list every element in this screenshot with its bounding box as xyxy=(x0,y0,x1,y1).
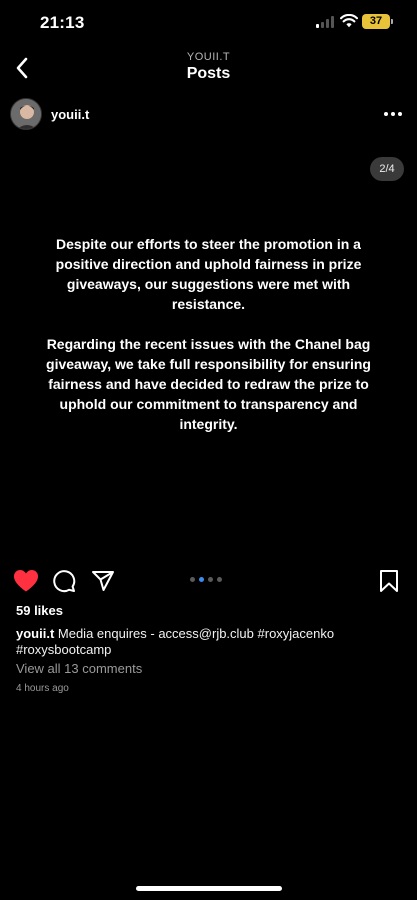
post-timestamp: 4 hours ago xyxy=(16,683,69,694)
carousel-dot-active xyxy=(199,577,204,582)
post-username[interactable]: youii.t xyxy=(51,107,89,122)
send-icon xyxy=(92,571,114,591)
like-button[interactable] xyxy=(13,568,39,594)
post-image-text: Despite our efforts to steer the promoti… xyxy=(40,234,377,434)
bookmark-icon xyxy=(380,570,398,592)
post-caption: youii.t Media enquires - access@rjb.club… xyxy=(16,626,396,658)
caption-username[interactable]: youii.t xyxy=(16,626,54,641)
save-button[interactable] xyxy=(376,568,402,594)
comment-icon xyxy=(53,570,76,593)
carousel-page-counter: 2/4 xyxy=(370,157,404,181)
carousel-dot xyxy=(208,577,213,582)
status-time: 21:13 xyxy=(40,13,85,32)
post-header: youii.t xyxy=(0,96,417,136)
heart-icon xyxy=(14,570,38,592)
post-text-paragraph: Despite our efforts to steer the promoti… xyxy=(55,236,362,312)
home-indicator[interactable] xyxy=(136,886,282,891)
page-title: Posts xyxy=(186,65,231,82)
more-options-button[interactable] xyxy=(381,104,405,124)
view-comments-link[interactable]: View all 13 comments xyxy=(16,661,142,676)
post-media[interactable]: 2/4 Despite our efforts to steer the pro… xyxy=(0,140,417,560)
status-bar: 21:13 37 xyxy=(0,0,417,48)
post-text-paragraph: Regarding the recent issues with the Cha… xyxy=(46,336,371,432)
carousel-dot xyxy=(190,577,195,582)
wifi-icon xyxy=(340,14,358,28)
header-account-name: YOUII.T xyxy=(186,51,231,63)
likes-count[interactable]: 59 likes xyxy=(16,603,63,618)
page-header: YOUII.T Posts xyxy=(0,48,417,92)
carousel-dot xyxy=(217,577,222,582)
more-horizontal-icon xyxy=(384,112,388,116)
avatar[interactable] xyxy=(10,98,42,130)
comment-button[interactable] xyxy=(51,568,77,594)
caption-text: Media enquires - access@rjb.club #roxyja… xyxy=(16,626,335,657)
cellular-signal-icon xyxy=(316,16,336,28)
carousel-indicator xyxy=(190,577,222,583)
post-actions xyxy=(0,566,417,596)
share-button[interactable] xyxy=(90,568,116,594)
battery-indicator: 37 xyxy=(362,14,393,29)
